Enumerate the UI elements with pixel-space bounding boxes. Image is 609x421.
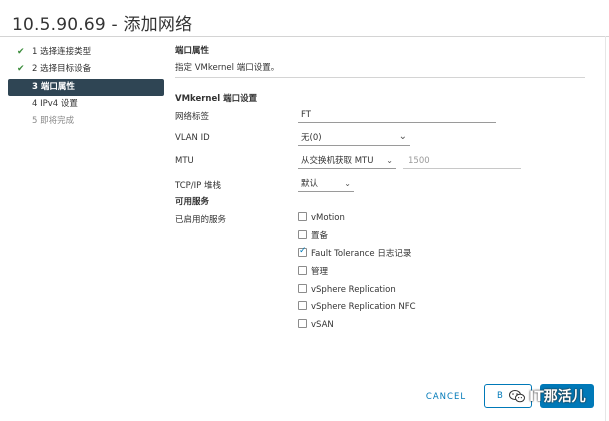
- checkbox[interactable]: [298, 284, 307, 293]
- service-label: Fault Tolerance 日志记录: [311, 249, 412, 259]
- network-label-label: 网络标签: [175, 112, 210, 122]
- service-vsphere-replication-nfc[interactable]: vSphere Replication NFC: [298, 301, 416, 312]
- chevron-down-icon: ⌄: [344, 179, 351, 188]
- service-label: vSAN: [311, 320, 334, 330]
- checkbox[interactable]: [298, 230, 307, 239]
- service-label: vMotion: [311, 213, 345, 223]
- window-title-bar: 10.5.90.69 - 添加网络: [0, 0, 609, 36]
- enabled-services-label: 已启用的服务: [175, 215, 227, 225]
- cancel-button[interactable]: CANCEL: [418, 387, 474, 407]
- wizard-step-label: 1 选择连接类型: [32, 47, 92, 57]
- chevron-down-icon: ⌄: [398, 131, 407, 142]
- checkbox-checked[interactable]: [298, 246, 307, 257]
- mtu-label: MTU: [175, 156, 194, 166]
- wizard-step-label: 4 IPv4 设置: [32, 99, 78, 109]
- wizard-step-label: 5 即将完成: [32, 116, 75, 126]
- check-icon: ✔: [17, 64, 25, 74]
- service-label: vSphere Replication: [311, 285, 396, 295]
- vlan-id-label: VLAN ID: [175, 133, 210, 143]
- checkbox[interactable]: [298, 319, 307, 328]
- page-description: 指定 VMkernel 端口设置。: [175, 63, 280, 73]
- wizard-steps-nav: ✔ 1 选择连接类型 ✔ 2 选择目标设备 3 端口属性 4 IPv4 设置 5…: [8, 44, 164, 130]
- service-fault-tolerance[interactable]: Fault Tolerance 日志记录: [298, 246, 412, 259]
- tcpip-stack-label: TCP/IP 堆栈: [175, 181, 221, 191]
- page-header: 端口属性 指定 VMkernel 端口设置。: [175, 44, 585, 73]
- checkbox[interactable]: [298, 301, 307, 310]
- title-divider: [0, 36, 609, 37]
- wizard-step-3-active[interactable]: 3 端口属性: [8, 79, 164, 96]
- back-button[interactable]: B: [484, 384, 532, 408]
- network-label-input[interactable]: [298, 108, 496, 123]
- wizard-step-5: 5 即将完成: [8, 113, 164, 130]
- tcpip-stack-value: 默认: [301, 179, 319, 189]
- mtu-value-input: 1500: [403, 154, 521, 169]
- check-icon: ✔: [17, 47, 25, 57]
- vlan-id-value: 无(0): [301, 133, 322, 143]
- chevron-down-icon: ⌄: [386, 156, 393, 165]
- wizard-step-label: 3 端口属性: [32, 82, 75, 92]
- service-provisioning[interactable]: 置备: [298, 230, 328, 241]
- service-label: 管理: [311, 267, 329, 277]
- wizard-step-4[interactable]: 4 IPv4 设置: [8, 96, 164, 113]
- mtu-mode-value: 从交换机获取 MTU: [301, 156, 374, 166]
- vmkernel-section-title: VMkernel 端口设置: [175, 94, 258, 104]
- services-heading: 可用服务: [175, 197, 210, 207]
- header-divider: [175, 77, 585, 78]
- window-title: 10.5.90.69 - 添加网络: [12, 15, 193, 35]
- service-vsphere-replication[interactable]: vSphere Replication: [298, 284, 396, 295]
- wizard-step-label: 2 选择目标设备: [32, 64, 92, 74]
- checkbox[interactable]: [298, 212, 307, 221]
- next-button[interactable]: [540, 384, 594, 408]
- tcpip-stack-select[interactable]: 默认 ⌄: [298, 177, 354, 192]
- vlan-id-select[interactable]: 无(0) ⌄: [298, 131, 410, 146]
- checkbox[interactable]: [298, 266, 307, 275]
- service-label: 置备: [311, 231, 329, 241]
- service-management[interactable]: 管理: [298, 266, 328, 277]
- service-label: vSphere Replication NFC: [311, 302, 416, 312]
- service-vmotion[interactable]: vMotion: [298, 212, 345, 223]
- mtu-mode-select[interactable]: 从交换机获取 MTU ⌄: [298, 154, 396, 169]
- wizard-step-1[interactable]: ✔ 1 选择连接类型: [8, 44, 164, 61]
- window-right-border: [605, 36, 606, 421]
- service-vsan[interactable]: vSAN: [298, 319, 334, 330]
- wizard-step-2[interactable]: ✔ 2 选择目标设备: [8, 61, 164, 78]
- page-heading: 端口属性: [175, 46, 210, 56]
